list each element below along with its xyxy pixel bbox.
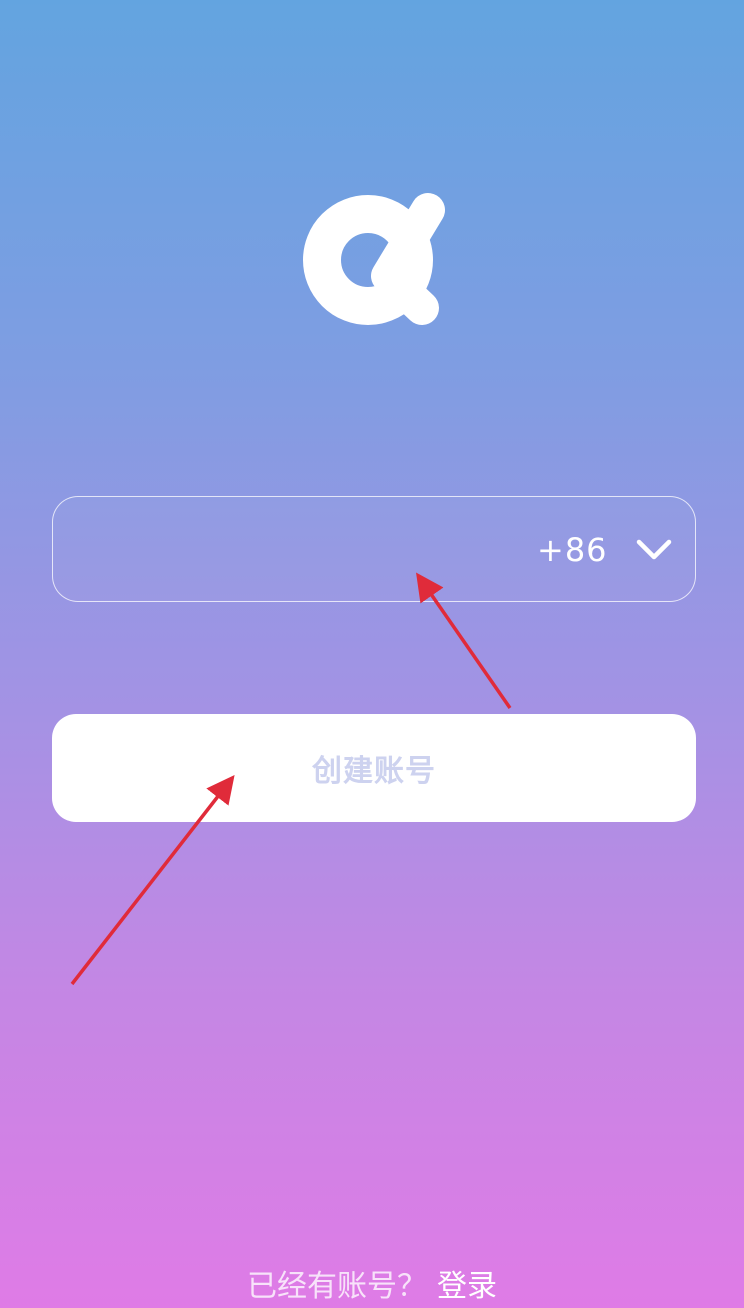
login-footer: 已经有账号？ 登录 [0, 1266, 744, 1308]
alpha-logo-icon [303, 193, 445, 325]
already-have-account-text: 已经有账号？ [247, 1269, 427, 1304]
phone-number-field[interactable]: +86 [52, 496, 696, 603]
signup-screen: +86 创建账号 已经有账号？ 登录 [0, 0, 744, 1308]
create-account-button[interactable]: 创建账号 [52, 714, 696, 822]
login-link[interactable]: 登录 [437, 1269, 497, 1304]
phone-number-input[interactable] [77, 497, 521, 603]
chevron-down-icon[interactable] [635, 537, 673, 563]
country-code-selector[interactable]: +86 [537, 530, 608, 570]
